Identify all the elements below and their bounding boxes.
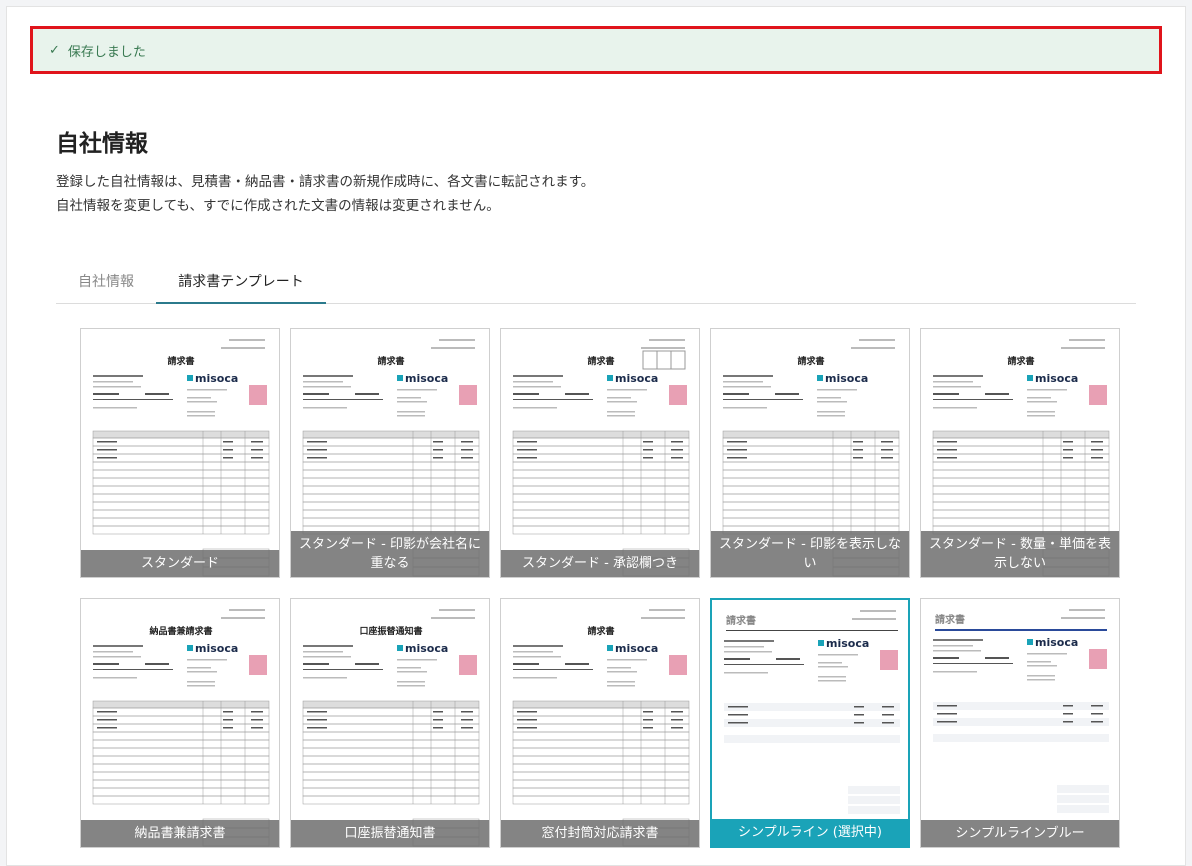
svg-text:請求書: 請求書 bbox=[1007, 355, 1034, 367]
template-label: スタンダード - 承認欄つき bbox=[501, 550, 699, 577]
svg-text:misoca: misoca bbox=[195, 642, 238, 655]
svg-text:misoca: misoca bbox=[615, 372, 658, 385]
template-label: スタンダード - 印影が会社名に重なる bbox=[291, 531, 489, 577]
description-line-2: 自社情報を変更しても、すでに作成された文書の情報は変更されません。 bbox=[56, 198, 500, 214]
page-description: 登録した自社情報は、見積書・納品書・請求書の新規作成時に、各文書に転記されます。… bbox=[56, 170, 594, 218]
template-label: 窓付封筒対応請求書 bbox=[501, 820, 699, 847]
svg-text:misoca: misoca bbox=[615, 642, 658, 655]
svg-text:misoca: misoca bbox=[825, 372, 868, 385]
template-card[interactable]: 請求書 misoca シンプルライン (選択中) bbox=[710, 598, 910, 848]
invoice-thumbnail: 納品書兼請求書 misoca bbox=[92, 609, 270, 847]
template-label: スタンダード bbox=[81, 550, 279, 577]
description-line-1: 登録した自社情報は、見積書・納品書・請求書の新規作成時に、各文書に転記されます。 bbox=[56, 174, 595, 190]
template-card[interactable]: 納品書兼請求書 misoca 納品書兼請求書 bbox=[80, 598, 280, 848]
svg-text:請求書: 請求書 bbox=[587, 355, 614, 367]
template-card[interactable]: 口座振替通知書 misoca 口座振替通知書 bbox=[290, 598, 490, 848]
svg-text:納品書兼請求書: 納品書兼請求書 bbox=[149, 625, 212, 637]
svg-text:misoca: misoca bbox=[405, 372, 448, 385]
template-card[interactable]: 請求書 misoca スタンダード - 印影が会社名に重なる bbox=[290, 328, 490, 578]
toast-message: 保存しました bbox=[67, 44, 146, 60]
svg-text:misoca: misoca bbox=[1035, 372, 1078, 385]
svg-text:請求書: 請求書 bbox=[587, 625, 614, 637]
tab-invoice-template[interactable]: 請求書テンプレート bbox=[156, 262, 326, 304]
template-card[interactable]: 請求書 misoca スタンダード bbox=[80, 328, 280, 578]
template-label: 納品書兼請求書 bbox=[81, 820, 279, 847]
template-label: シンプルライン (選択中) bbox=[712, 819, 908, 846]
invoice-thumbnail: 請求書misoca bbox=[92, 339, 270, 577]
invoice-thumbnail: 請求書 misoca bbox=[933, 609, 1109, 813]
template-card[interactable]: 請求書 misoca スタンダード - 承認欄つき bbox=[500, 328, 700, 578]
tab-bar: 自社情報 請求書テンプレート bbox=[56, 262, 1136, 304]
svg-text:請求書: 請求書 bbox=[935, 613, 965, 626]
svg-text:請求書: 請求書 bbox=[797, 355, 824, 367]
invoice-thumbnail: 請求書 misoca bbox=[724, 610, 900, 814]
template-card[interactable]: 請求書 misoca 窓付封筒対応請求書 bbox=[500, 598, 700, 848]
template-card[interactable]: 請求書 misoca スタンダード - 数量・単価を表示しない bbox=[920, 328, 1120, 578]
svg-text:misoca: misoca bbox=[826, 637, 869, 650]
svg-text:請求書: 請求書 bbox=[377, 355, 404, 367]
template-card[interactable]: 請求書 misoca シンプルラインブルー bbox=[920, 598, 1120, 848]
svg-text:請求書: 請求書 bbox=[726, 614, 756, 627]
template-label: スタンダード - 数量・単価を表示しない bbox=[921, 531, 1119, 577]
invoice-thumbnail: 請求書misoca bbox=[512, 609, 690, 847]
invoice-thumbnail: 口座振替通知書 misoca bbox=[302, 609, 480, 847]
tab-company-info[interactable]: 自社情報 bbox=[56, 262, 156, 304]
template-label: スタンダード - 印影を表示しない bbox=[711, 531, 909, 577]
save-toast: ✓ 保存しました bbox=[30, 26, 1162, 74]
svg-text:misoca: misoca bbox=[1035, 636, 1078, 649]
template-label: シンプルラインブルー bbox=[921, 820, 1119, 847]
invoice-thumbnail: 請求書misoca bbox=[512, 339, 690, 577]
svg-text:misoca: misoca bbox=[405, 642, 448, 655]
svg-text:口座振替通知書: 口座振替通知書 bbox=[359, 625, 422, 637]
check-icon: ✓ bbox=[49, 42, 60, 58]
svg-text:misoca: misoca bbox=[195, 372, 238, 385]
template-label: 口座振替通知書 bbox=[291, 820, 489, 847]
template-card[interactable]: 請求書 misoca スタンダード - 印影を表示しない bbox=[710, 328, 910, 578]
page-title: 自社情報 bbox=[56, 131, 148, 157]
svg-text:請求書: 請求書 bbox=[167, 355, 194, 367]
